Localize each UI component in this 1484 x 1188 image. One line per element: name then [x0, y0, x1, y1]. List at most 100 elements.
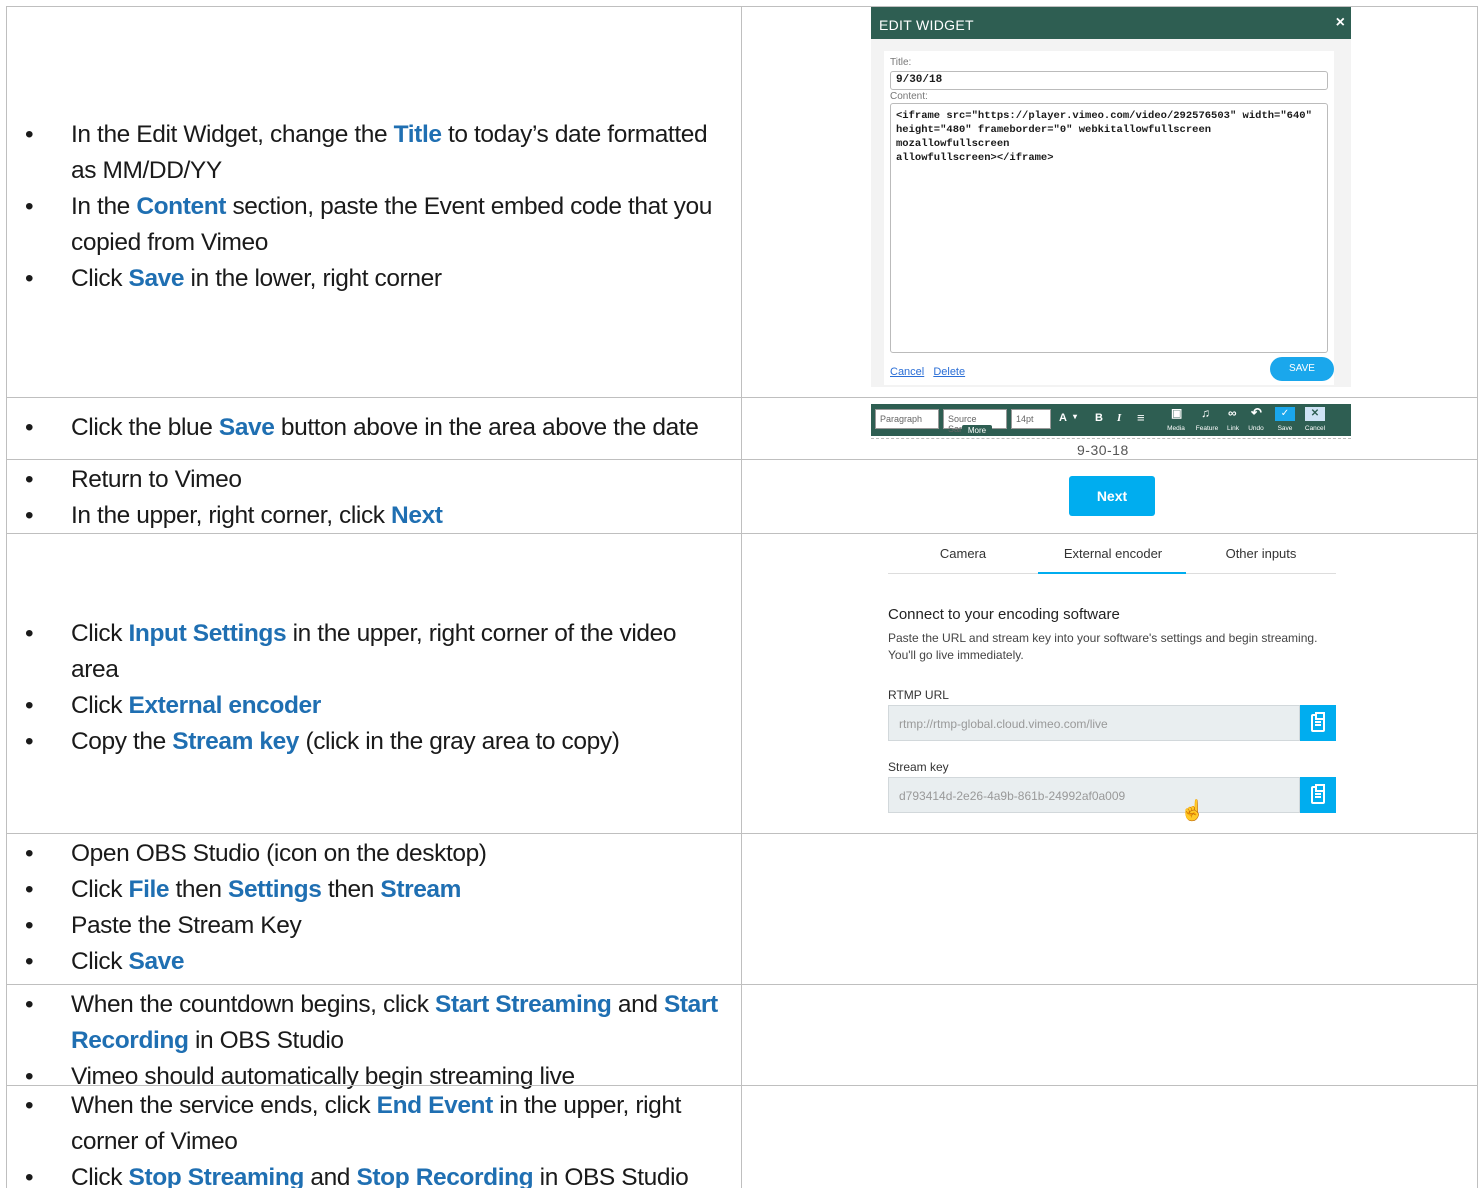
- media-icon[interactable]: ▣: [1171, 406, 1182, 420]
- bullet-text: button above in the area above the date: [274, 414, 699, 441]
- clipboard-icon: [1311, 784, 1325, 804]
- tab-other-inputs[interactable]: Other inputs: [1186, 546, 1336, 561]
- highlighted-term: Stream key: [172, 728, 300, 755]
- widget-links: Cancel Delete: [890, 366, 971, 378]
- rtmp-url-label: RTMP URL: [888, 688, 949, 702]
- highlighted-term: Content: [136, 193, 227, 220]
- screenshot-cell: EDIT WIDGET × Title: 9/30/18 Content: <i…: [742, 7, 1478, 397]
- bullet-text: Click: [71, 876, 129, 903]
- bullet-text: and: [611, 991, 664, 1018]
- size-select[interactable]: 14pt: [1011, 409, 1051, 429]
- more-button[interactable]: More: [962, 425, 992, 436]
- row-encoder: • Click Input Settings in the upper, righ…: [6, 533, 1478, 833]
- divider: [871, 438, 1351, 439]
- bullet-text: in OBS Studio: [188, 1027, 344, 1054]
- italic-icon[interactable]: I: [1117, 412, 1121, 424]
- bullet-glyph: •: [25, 1164, 34, 1188]
- title-input[interactable]: 9/30/18: [890, 71, 1328, 90]
- font-color-icon[interactable]: A: [1059, 412, 1067, 424]
- paragraph-select[interactable]: Paragraph: [875, 409, 939, 429]
- save-button[interactable]: SAVE: [1270, 357, 1334, 381]
- bullet-text: Paste the Stream Key: [71, 912, 302, 939]
- bullet-item: • Paste the Stream Key: [7, 908, 741, 944]
- align-icon[interactable]: ≡: [1137, 410, 1145, 425]
- tab-external-encoder[interactable]: External encoder: [1038, 546, 1188, 561]
- save-check-icon[interactable]: ✓: [1275, 407, 1295, 421]
- screenshot-cell: Paragraph Source San... 14pt A ▾ B I ≡ ▣…: [742, 398, 1478, 459]
- row-end-event: • When the service ends, click End Event …: [6, 1085, 1478, 1188]
- bold-icon[interactable]: B: [1095, 412, 1103, 424]
- bullet-item: • Click External encoder: [7, 688, 741, 724]
- dropdown-caret-icon[interactable]: ▾: [1073, 412, 1077, 421]
- screenshot-cell: Camera External encoder Other inputs Con…: [742, 534, 1478, 833]
- stream-key-label: Stream key: [888, 760, 949, 774]
- bullet-list: • When the service ends, click End Event …: [7, 1088, 741, 1188]
- content-line: <iframe src="https://player.vimeo.com/vi…: [896, 110, 1312, 122]
- bullet-glyph: •: [25, 502, 34, 529]
- row-start-streaming: • When the countdown begins, click Start …: [6, 984, 1478, 1090]
- highlighted-term: Title: [393, 121, 442, 148]
- bullet-item: • Click Input Settings in the upper, righ…: [7, 616, 741, 688]
- instruction-table: • In the Edit Widget, change the Title to…: [6, 6, 1478, 1188]
- link-icon[interactable]: ∞: [1228, 406, 1237, 420]
- cancel-x-icon[interactable]: ✕: [1305, 407, 1325, 421]
- bullet-glyph: •: [25, 876, 34, 903]
- highlighted-term: Save: [128, 265, 185, 292]
- highlighted-term: Save: [218, 414, 275, 441]
- bullet-glyph: •: [25, 620, 34, 647]
- page-date: 9-30-18: [1077, 442, 1129, 458]
- bullet-glyph: •: [25, 840, 34, 867]
- bullet-item: • When the service ends, click End Event …: [7, 1088, 741, 1160]
- delete-link[interactable]: Delete: [933, 366, 965, 378]
- editor-toolbar: Paragraph Source San... 14pt A ▾ B I ≡ ▣…: [871, 404, 1351, 436]
- row-toolbar: • Click the blue Save button above in the…: [6, 397, 1478, 459]
- copy-stream-key-button[interactable]: [1300, 777, 1336, 813]
- bullet-text: When the service ends, click: [71, 1092, 377, 1119]
- highlighted-term: Stream: [380, 876, 462, 903]
- bullet-text: in OBS Studio: [533, 1164, 689, 1188]
- row-obs-settings: • Open OBS Studio (icon on the desktop) • C…: [6, 833, 1478, 984]
- bullet-item: • Open OBS Studio (icon on the desktop): [7, 836, 741, 872]
- feature-icon[interactable]: ♫: [1201, 406, 1210, 420]
- dialog-title: EDIT WIDGET: [871, 7, 1351, 39]
- toolbar-save-label: Save: [1277, 425, 1293, 432]
- stream-key-field[interactable]: d793414d-2e26-4a9b-861b-24992af0a009: [888, 777, 1300, 813]
- instructions-cell: • When the countdown begins, click Start …: [6, 985, 742, 1090]
- highlighted-term: Stop Streaming: [128, 1164, 305, 1188]
- next-button[interactable]: Next: [1069, 476, 1155, 516]
- highlighted-term: External encoder: [128, 692, 322, 719]
- bullet-text: then: [169, 876, 229, 903]
- content-label: Content:: [890, 91, 928, 102]
- bullet-list: • When the countdown begins, click Start …: [7, 987, 741, 1095]
- screenshot-cell: [742, 834, 1478, 984]
- bullet-item: • In the upper, right corner, click Next: [7, 498, 741, 534]
- bullet-text: Click: [71, 692, 129, 719]
- screenshot-cell: [742, 1086, 1478, 1188]
- rtmp-url-field[interactable]: rtmp://rtmp-global.cloud.vimeo.com/live: [888, 705, 1300, 741]
- highlighted-term: End Event: [376, 1092, 494, 1119]
- instructions-cell: • Return to Vimeo • In the upper, right cor…: [6, 460, 742, 533]
- encoder-heading: Connect to your encoding software: [888, 606, 1120, 623]
- highlighted-term: Start Streaming: [435, 991, 612, 1018]
- bullet-glyph: •: [25, 912, 34, 939]
- copy-rtmp-button[interactable]: [1300, 705, 1336, 741]
- widget-form: Title: 9/30/18 Content: <iframe src="htt…: [884, 51, 1334, 385]
- highlighted-term: Stop Recording: [356, 1164, 534, 1188]
- close-icon[interactable]: ×: [1336, 14, 1345, 32]
- clipboard-icon: [1311, 712, 1325, 732]
- bullet-item: • Return to Vimeo: [7, 462, 741, 498]
- bullet-text: and: [303, 1164, 357, 1188]
- input-tabs: Camera External encoder Other inputs: [888, 534, 1336, 574]
- bullet-glyph: •: [25, 948, 34, 975]
- tab-camera[interactable]: Camera: [888, 546, 1038, 561]
- undo-icon[interactable]: ↶: [1251, 405, 1262, 421]
- bullet-text: then: [321, 876, 381, 903]
- bullet-list: • Click Input Settings in the upper, righ…: [7, 616, 741, 760]
- instructions-cell: • Click Input Settings in the upper, righ…: [6, 534, 742, 833]
- content-textarea[interactable]: <iframe src="https://player.vimeo.com/vi…: [890, 103, 1328, 353]
- bullet-glyph: •: [25, 692, 34, 719]
- cancel-link[interactable]: Cancel: [890, 366, 924, 378]
- bullet-item: • Click Stop Streaming and Stop Recording…: [7, 1160, 741, 1188]
- feature-label: Feature: [1195, 425, 1219, 432]
- bullet-text: Return to Vimeo: [71, 466, 242, 493]
